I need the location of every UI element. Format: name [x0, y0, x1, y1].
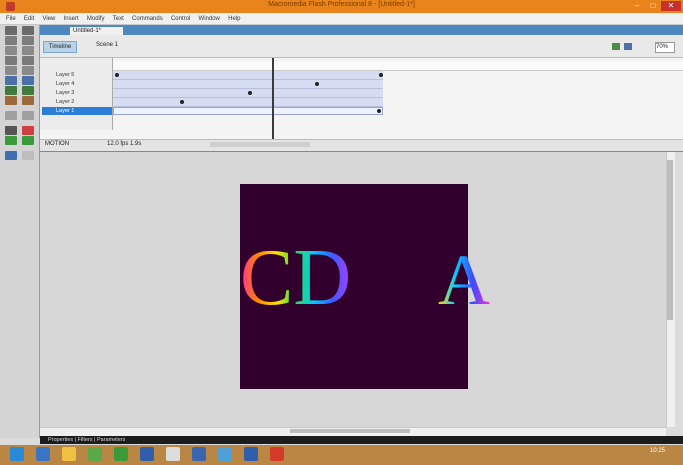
hand-tool-icon[interactable] [5, 111, 17, 120]
maximize-button[interactable]: □ [645, 1, 661, 11]
layer-name: Layer 1 [56, 108, 75, 114]
frame-ruler[interactable] [113, 62, 683, 71]
app-icon-blue[interactable] [140, 447, 154, 461]
fill-transform-tool-icon[interactable] [22, 36, 34, 45]
menu-edit[interactable]: Edit [24, 14, 34, 25]
menu-commands[interactable]: Commands [132, 14, 163, 25]
brush-tool-icon[interactable] [22, 76, 34, 85]
close-button[interactable]: ✕ [661, 1, 681, 11]
tools-panel [0, 25, 40, 438]
fill-color-icon[interactable] [22, 126, 34, 135]
pencil-tool-icon[interactable] [5, 76, 17, 85]
rectangle-tool-icon[interactable] [22, 66, 34, 75]
default-colors-icon[interactable] [22, 136, 34, 145]
app-icon-green[interactable] [88, 447, 102, 461]
layer-name: Layer 2 [56, 99, 75, 105]
menu-window[interactable]: Window [199, 14, 220, 25]
smooth-option-icon[interactable] [22, 151, 34, 160]
keyframe[interactable] [379, 73, 383, 77]
keyframe[interactable] [377, 109, 381, 113]
keyframe[interactable] [180, 100, 184, 104]
free-transform-tool-icon[interactable] [5, 36, 17, 45]
oval-tool-icon[interactable] [5, 66, 17, 75]
document-tab[interactable]: Untitled-1* [70, 27, 123, 35]
keyframe[interactable] [315, 82, 319, 86]
timeline-scrollbar[interactable] [210, 142, 310, 147]
taskbar [0, 445, 683, 465]
lasso-tool-icon[interactable] [22, 46, 34, 55]
minimize-button[interactable]: – [629, 1, 645, 11]
document-tab-bar [40, 25, 683, 35]
keyframe[interactable] [115, 73, 119, 77]
ink-bottle-tool-icon[interactable] [5, 86, 17, 95]
zoom-field[interactable]: 70% [655, 42, 675, 53]
stroke-color-icon[interactable] [5, 126, 17, 135]
menu-bar: File Edit View Insert Modify Text Comman… [0, 13, 683, 25]
clock[interactable]: 10:25 [650, 448, 665, 454]
frame-span-selected[interactable] [113, 107, 383, 115]
frame-span[interactable] [113, 98, 383, 107]
layer-row[interactable]: Layer 3 [42, 89, 112, 97]
edit-bar [40, 35, 683, 58]
eraser-tool-icon[interactable] [22, 96, 34, 105]
app-icon-lightblue[interactable] [218, 447, 232, 461]
menu-file[interactable]: File [6, 14, 16, 25]
snap-to-objects-icon[interactable] [5, 151, 17, 160]
menu-modify[interactable]: Modify [87, 14, 105, 25]
playhead[interactable] [272, 58, 274, 150]
menu-help[interactable]: Help [228, 14, 240, 25]
title-bar: Macromedia Flash Professional 8 - [Untit… [0, 0, 683, 13]
stage-text-a[interactable]: A [438, 244, 490, 316]
layer-row[interactable]: Layer 4 [42, 80, 112, 88]
properties-panel-bar[interactable]: Properties | Filters | Parameters [40, 436, 683, 444]
layer-name: Layer 4 [56, 81, 75, 87]
app-icon-blue-3[interactable] [244, 447, 258, 461]
window-title: Macromedia Flash Professional 8 - [Untit… [268, 1, 415, 8]
flash-app-icon[interactable] [270, 447, 284, 461]
timeline-mode-label: MOTION [45, 141, 69, 147]
swap-colors-icon[interactable] [5, 136, 17, 145]
app-icon-white[interactable] [166, 447, 180, 461]
scene-breadcrumb[interactable]: Scene 1 [96, 42, 118, 48]
edit-scene-icon[interactable] [612, 43, 620, 50]
vertical-scroll-thumb[interactable] [667, 160, 673, 320]
timeline-toggle-button[interactable]: Timeline [43, 41, 77, 53]
layer-row-selected[interactable]: Layer 1 [42, 107, 112, 115]
layer-name: Layer 3 [56, 90, 75, 96]
ie-icon[interactable] [36, 447, 50, 461]
menu-text[interactable]: Text [113, 14, 124, 25]
line-tool-icon[interactable] [5, 46, 17, 55]
layer-row[interactable]: Layer 2 [42, 98, 112, 106]
eyedropper-tool-icon[interactable] [5, 96, 17, 105]
edit-symbols-icon[interactable] [624, 43, 632, 50]
menu-control[interactable]: Control [171, 14, 190, 25]
frame-span[interactable] [113, 71, 383, 80]
layer-row[interactable]: Layer 5 [42, 71, 112, 79]
subselection-tool-icon[interactable] [22, 26, 34, 35]
edit-scene-icons [612, 42, 650, 51]
keyframe[interactable] [248, 91, 252, 95]
pen-tool-icon[interactable] [5, 56, 17, 65]
selection-tool-icon[interactable] [5, 26, 17, 35]
app-icon-green-2[interactable] [114, 447, 128, 461]
text-tool-icon[interactable] [22, 56, 34, 65]
app-icon-blue-2[interactable] [192, 447, 206, 461]
explorer-icon[interactable] [62, 447, 76, 461]
menu-view[interactable]: View [42, 14, 55, 25]
horizontal-scroll-thumb[interactable] [290, 429, 410, 433]
stage-text-cd[interactable]: CD [240, 238, 351, 318]
menu-insert[interactable]: Insert [64, 14, 79, 25]
start-icon[interactable] [10, 447, 24, 461]
zoom-tool-icon[interactable] [22, 111, 34, 120]
frame-span[interactable] [113, 80, 383, 89]
paint-bucket-tool-icon[interactable] [22, 86, 34, 95]
layer-name: Layer 5 [56, 72, 75, 78]
timeline-status: 12.0 fps 1.9s [107, 141, 142, 147]
